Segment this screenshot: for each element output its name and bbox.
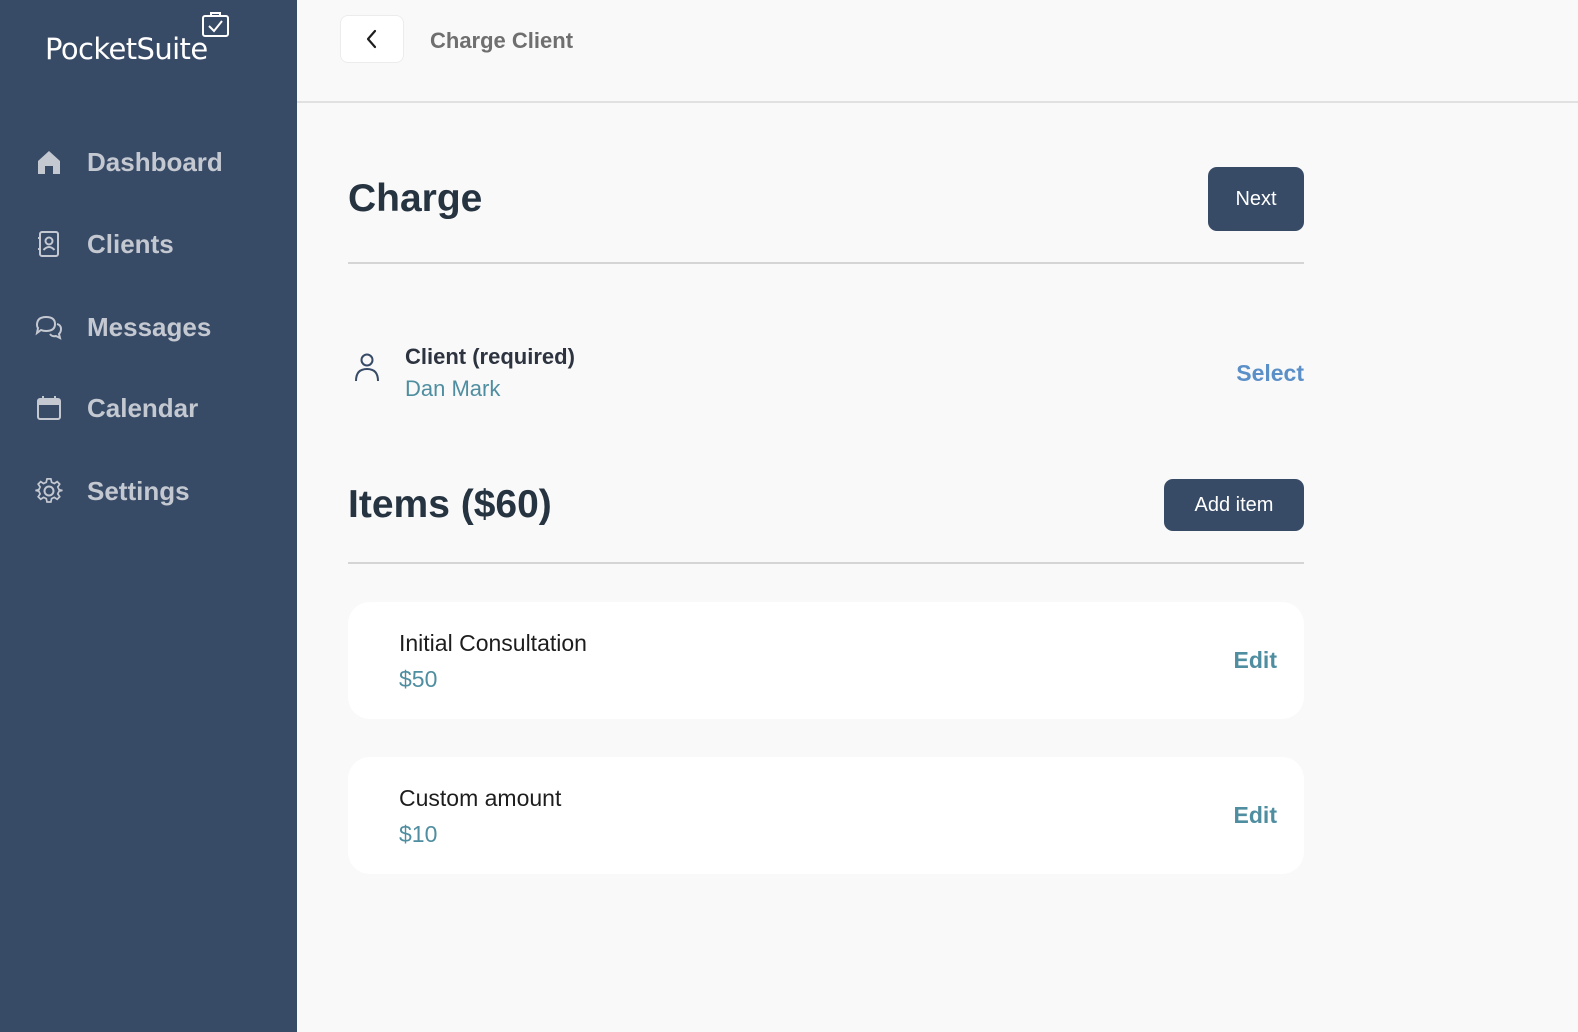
sidebar: PocketSuite Dashboard Clients Messages C…	[0, 0, 297, 1032]
item-price: $50	[399, 666, 438, 692]
sidebar-item-label: Dashboard	[87, 146, 223, 177]
contact-book-icon	[34, 229, 64, 259]
sidebar-item-messages[interactable]: Messages	[0, 297, 297, 357]
client-label: Client (required)	[405, 344, 575, 369]
back-button[interactable]	[340, 15, 404, 63]
gear-icon	[34, 476, 64, 506]
home-icon	[34, 147, 64, 177]
sidebar-item-clients[interactable]: Clients	[0, 214, 297, 274]
next-button[interactable]: Next	[1208, 167, 1304, 231]
items-heading: Items ($60)	[348, 483, 552, 526]
sidebar-item-dashboard[interactable]: Dashboard	[0, 132, 297, 192]
item-name: Initial Consultation	[399, 630, 587, 656]
top-bar: Charge Client	[297, 0, 1578, 103]
edit-item-button[interactable]: Edit	[1234, 802, 1277, 829]
sidebar-item-settings[interactable]: Settings	[0, 461, 297, 521]
chevron-left-icon	[366, 29, 377, 49]
divider	[348, 262, 1304, 264]
sidebar-item-label: Clients	[87, 228, 174, 259]
item-card: Initial Consultation $50 Edit	[348, 602, 1304, 719]
app-logo: PocketSuite	[45, 32, 208, 66]
item-name: Custom amount	[399, 785, 562, 811]
client-name: Dan Mark	[405, 376, 501, 401]
chat-bubbles-icon	[34, 312, 64, 342]
sidebar-item-calendar[interactable]: Calendar	[0, 378, 297, 438]
logo-checkbox-icon	[202, 12, 229, 37]
sidebar-item-label: Settings	[87, 475, 190, 506]
person-icon	[355, 353, 379, 382]
sidebar-item-label: Messages	[87, 311, 212, 342]
edit-item-button[interactable]: Edit	[1234, 647, 1277, 674]
page-title: Charge Client	[430, 28, 574, 53]
divider	[348, 562, 1304, 564]
item-card: Custom amount $10 Edit	[348, 757, 1304, 874]
calendar-icon	[34, 393, 64, 423]
client-selector-row[interactable]: Client (required) Dan Mark Select	[348, 340, 1304, 410]
charge-heading: Charge	[348, 177, 483, 220]
sidebar-item-label: Calendar	[87, 392, 199, 423]
item-price: $10	[399, 821, 438, 847]
add-item-button[interactable]: Add item	[1164, 479, 1304, 531]
select-client-link[interactable]: Select	[1236, 360, 1304, 387]
